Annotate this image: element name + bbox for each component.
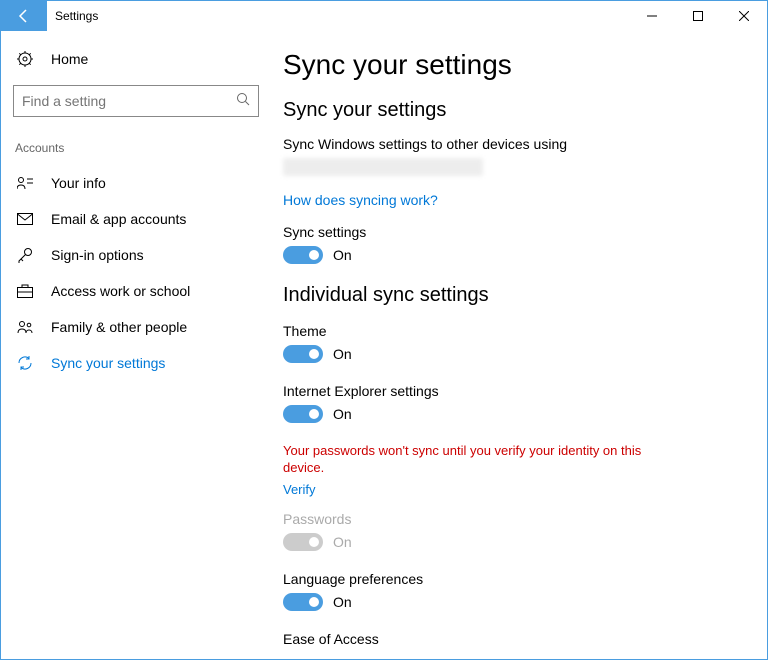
gear-icon: [15, 51, 35, 67]
main-panel: Sync your settings Sync your settings Sy…: [271, 31, 767, 659]
sidebar-item-label: Sync your settings: [51, 355, 165, 371]
sync-settings-label: Sync settings: [283, 224, 727, 240]
maximize-button[interactable]: [675, 1, 721, 31]
sidebar-item-your-info[interactable]: Your info: [9, 165, 263, 201]
sidebar-item-family[interactable]: Family & other people: [9, 309, 263, 345]
sidebar-item-work[interactable]: Access work or school: [9, 273, 263, 309]
sidebar-item-label: Family & other people: [51, 319, 187, 335]
passwords-toggle: [283, 533, 323, 551]
ie-toggle[interactable]: [283, 405, 323, 423]
back-button[interactable]: [1, 1, 47, 31]
search-box[interactable]: [13, 85, 259, 117]
sidebar: Home Accounts Your info Email & app acco…: [1, 31, 271, 659]
sidebar-item-label: Email & app accounts: [51, 211, 186, 227]
help-link[interactable]: How does syncing work?: [283, 192, 438, 208]
sidebar-item-label: Sign-in options: [51, 247, 144, 263]
lang-label: Language preferences: [283, 571, 727, 587]
account-name-redacted: [283, 158, 483, 176]
toggle-state: On: [333, 534, 352, 550]
sidebar-item-email[interactable]: Email & app accounts: [9, 201, 263, 237]
minimize-button[interactable]: [629, 1, 675, 31]
toggle-state: On: [333, 247, 352, 263]
description: Sync Windows settings to other devices u…: [283, 136, 727, 152]
sidebar-item-sync[interactable]: Sync your settings: [9, 345, 263, 381]
toggle-state: On: [333, 406, 352, 422]
sidebar-item-label: Your info: [51, 175, 106, 191]
close-button[interactable]: [721, 1, 767, 31]
maximize-icon: [693, 11, 703, 21]
toggle-state: On: [333, 594, 352, 610]
briefcase-icon: [15, 284, 35, 298]
sync-icon: [15, 355, 35, 371]
theme-toggle[interactable]: [283, 345, 323, 363]
window-title: Settings: [55, 9, 98, 23]
toggle-state: On: [333, 346, 352, 362]
key-icon: [15, 247, 35, 263]
minimize-icon: [647, 11, 657, 21]
section-label: Accounts: [9, 137, 263, 165]
people-icon: [15, 320, 35, 334]
home-nav[interactable]: Home: [9, 43, 263, 75]
sync-settings-toggle[interactable]: [283, 246, 323, 264]
password-warning: Your passwords won't sync until you veri…: [283, 443, 643, 477]
search-icon: [236, 92, 250, 111]
arrow-left-icon: [16, 8, 32, 24]
verify-link[interactable]: Verify: [283, 482, 316, 497]
section-subtitle: Sync your settings: [283, 99, 727, 122]
mail-icon: [15, 213, 35, 225]
search-input[interactable]: [22, 93, 236, 109]
passwords-label: Passwords: [283, 511, 727, 527]
close-icon: [739, 11, 749, 21]
ie-label: Internet Explorer settings: [283, 383, 727, 399]
ease-label: Ease of Access: [283, 631, 727, 647]
page-title: Sync your settings: [283, 49, 727, 81]
sidebar-item-label: Access work or school: [51, 283, 190, 299]
lang-toggle[interactable]: [283, 593, 323, 611]
person-card-icon: [15, 176, 35, 190]
home-label: Home: [51, 51, 88, 67]
theme-label: Theme: [283, 323, 727, 339]
individual-title: Individual sync settings: [283, 284, 727, 307]
sidebar-item-signin[interactable]: Sign-in options: [9, 237, 263, 273]
